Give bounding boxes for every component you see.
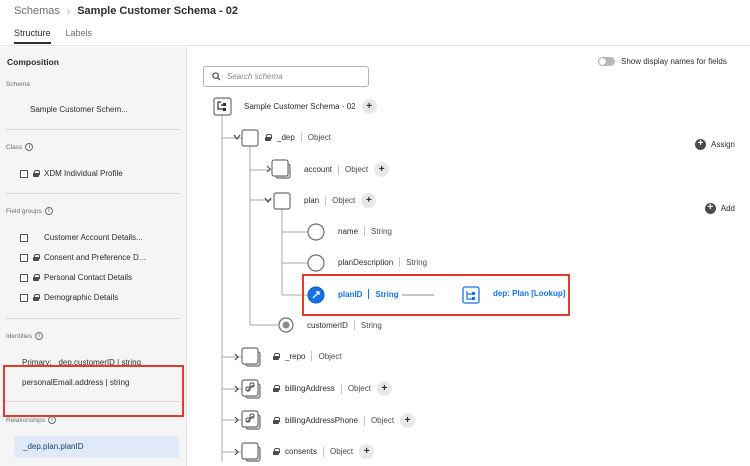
add-field-button[interactable]: + [361,99,377,114]
tree-node-account[interactable]: account Object + [304,162,390,177]
lock-icon [273,352,280,360]
object-icon [273,192,291,210]
tree-node-billingaddressphone[interactable]: billingAddressPhone Object + [273,413,416,428]
schema-root-icon [213,97,232,116]
chevron-right-icon [266,165,271,173]
lock-icon [265,133,272,141]
identity-fingerprint-icon [282,321,290,329]
lock-icon [273,448,280,455]
add-field-button[interactable]: + [374,162,390,177]
tree-node-billingaddress[interactable]: billingAddress Object + [273,381,392,396]
schema-root-node[interactable]: Sample Customer Schema - 02 + [244,99,377,114]
relationship-target-label[interactable]: dep: Plan [Lookup] [493,289,565,298]
field-circle-icon [307,254,325,272]
field-circle-icon [307,223,325,241]
add-field-button[interactable]: + [361,193,377,208]
tree-node-dep[interactable]: _dep Object [265,132,331,142]
lock-icon [273,385,280,392]
add-field-button[interactable]: + [359,444,375,459]
lock-icon [273,417,280,424]
tree-node-plan[interactable]: plan Object + [304,193,377,208]
tree-node-customerid[interactable]: customerID String [307,320,382,330]
add-field-button[interactable]: + [376,381,392,396]
schema-root-label: Sample Customer Schema - 02 [244,102,356,111]
tree-node-consents[interactable]: consents Object + [273,444,375,459]
object-icon [241,347,259,365]
object-icon [241,129,259,147]
add-field-button[interactable]: + [400,413,416,428]
tree-node-repo[interactable]: _repo Object [273,351,342,361]
object-icon [241,442,259,460]
tree-node-name[interactable]: name String [338,226,392,236]
tree-node-planid[interactable]: planID String [338,289,399,299]
object-icon [271,159,289,177]
tree-node-plandescription[interactable]: planDescription String [338,257,427,267]
